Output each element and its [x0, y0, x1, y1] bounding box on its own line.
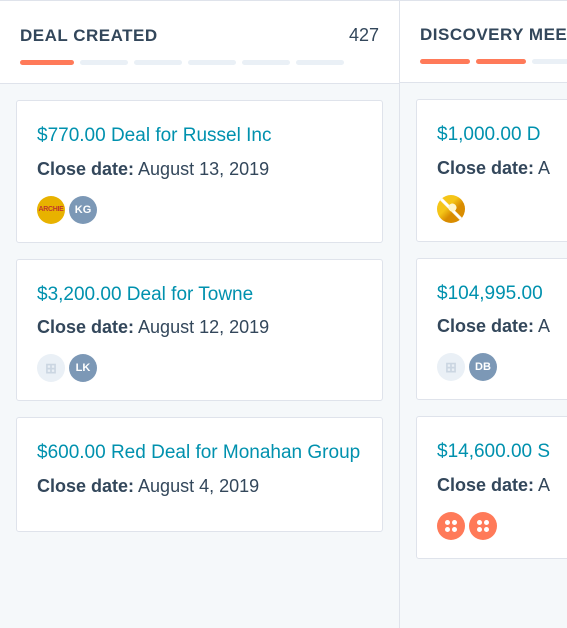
- column-header[interactable]: DEAL CREATED 427: [0, 0, 399, 84]
- deal-avatars: ⊞ DB: [437, 353, 565, 381]
- progress-segment: [188, 60, 236, 65]
- deal-close-date: Close date: A: [437, 475, 565, 496]
- deal-avatars: [437, 195, 565, 223]
- progress-segment: [20, 60, 74, 65]
- deal-card[interactable]: $1,000.00 D Close date: A: [416, 99, 567, 242]
- deal-title: $770.00 Deal for Russel Inc: [37, 123, 362, 149]
- owner-avatar[interactable]: KG: [69, 196, 97, 224]
- deal-card[interactable]: $104,995.00 Close date: A ⊞ DB: [416, 258, 567, 401]
- column-title: DISCOVERY MEE: [420, 25, 567, 45]
- deal-close-date: Close date: August 4, 2019: [37, 476, 362, 497]
- owner-avatar[interactable]: DB: [469, 353, 497, 381]
- stage-progress: [420, 59, 567, 64]
- deal-board: DEAL CREATED 427 $770.00 Deal for Russel…: [0, 0, 567, 628]
- company-logo-icon[interactable]: ARCHIE: [37, 196, 65, 224]
- progress-segment: [532, 59, 567, 64]
- pipeline-column-discovery: DISCOVERY MEE $1,000.00 D Close date: A: [400, 0, 567, 628]
- deal-card[interactable]: $14,600.00 S Close date: A: [416, 416, 567, 559]
- deal-avatars: [437, 512, 565, 540]
- company-logo-icon[interactable]: [437, 195, 465, 223]
- stage-progress: [20, 60, 379, 65]
- progress-segment: [134, 60, 182, 65]
- deal-close-date: Close date: August 13, 2019: [37, 159, 362, 180]
- progress-segment: [420, 59, 470, 64]
- owner-avatar[interactable]: LK: [69, 354, 97, 382]
- deal-title: $104,995.00: [437, 281, 565, 307]
- progress-segment: [296, 60, 344, 65]
- column-title: DEAL CREATED: [20, 26, 158, 46]
- progress-segment: [80, 60, 128, 65]
- company-logo-icon[interactable]: [437, 512, 465, 540]
- company-logo-icon[interactable]: [469, 512, 497, 540]
- column-count: 427: [349, 25, 379, 46]
- deal-card[interactable]: $600.00 Red Deal for Monahan Group Close…: [16, 417, 383, 532]
- deal-avatars: ⊞ LK: [37, 354, 362, 382]
- column-body: $770.00 Deal for Russel Inc Close date: …: [0, 84, 399, 548]
- deal-close-date: Close date: A: [437, 158, 565, 179]
- pipeline-column-deal-created: DEAL CREATED 427 $770.00 Deal for Russel…: [0, 0, 400, 628]
- deal-close-date: Close date: A: [437, 316, 565, 337]
- column-body: $1,000.00 D Close date: A $104,995.00 Cl…: [400, 83, 567, 575]
- deal-avatars: ARCHIE KG: [37, 196, 362, 224]
- deal-close-date: Close date: August 12, 2019: [37, 317, 362, 338]
- company-logo-icon[interactable]: ⊞: [437, 353, 465, 381]
- progress-segment: [476, 59, 526, 64]
- column-header[interactable]: DISCOVERY MEE: [400, 0, 567, 83]
- deal-title: $600.00 Red Deal for Monahan Group: [37, 440, 362, 466]
- deal-title: $1,000.00 D: [437, 122, 565, 148]
- deal-title: $3,200.00 Deal for Towne: [37, 282, 362, 308]
- deal-card[interactable]: $770.00 Deal for Russel Inc Close date: …: [16, 100, 383, 243]
- deal-card[interactable]: $3,200.00 Deal for Towne Close date: Aug…: [16, 259, 383, 402]
- company-logo-icon[interactable]: ⊞: [37, 354, 65, 382]
- deal-title: $14,600.00 S: [437, 439, 565, 465]
- progress-segment: [242, 60, 290, 65]
